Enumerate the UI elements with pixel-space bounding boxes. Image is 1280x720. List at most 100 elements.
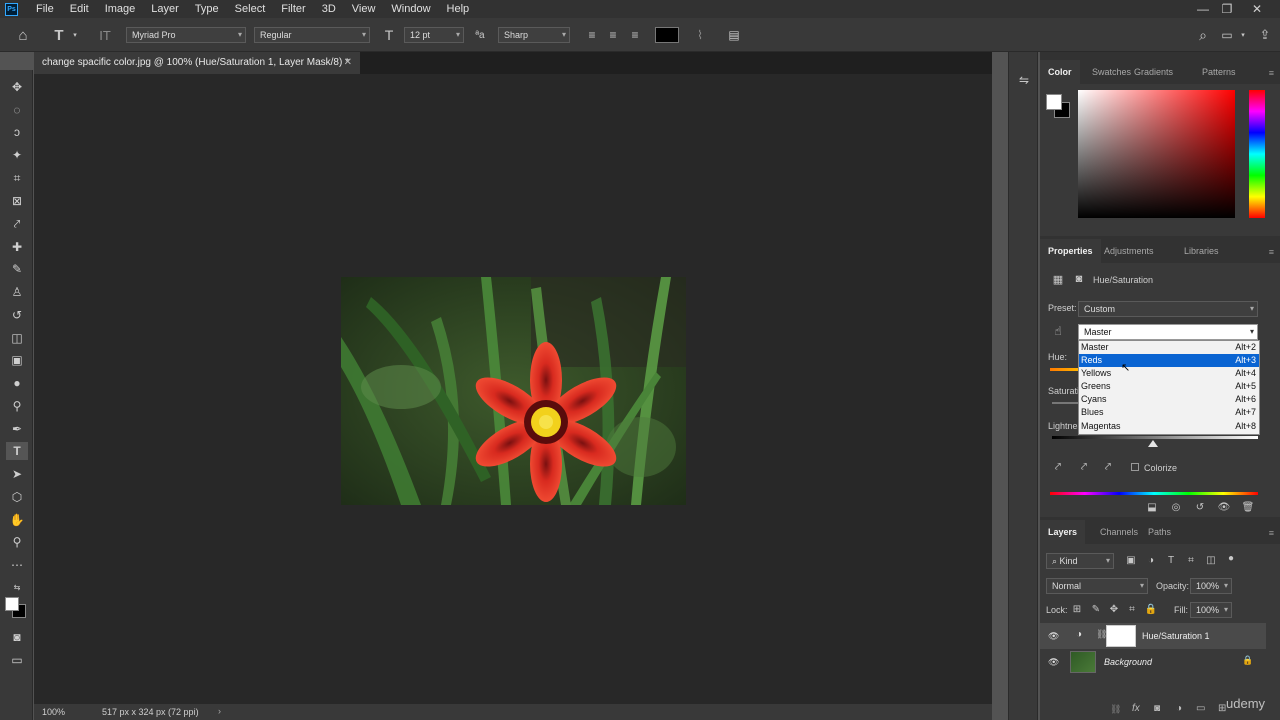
- crop-tool-icon[interactable]: ⌗: [6, 169, 28, 187]
- panel-menu-icon[interactable]: ≡: [1269, 528, 1274, 538]
- lock-image-icon[interactable]: ✎: [1089, 602, 1103, 616]
- clone-stamp-tool-icon[interactable]: ♙: [6, 283, 28, 301]
- layer-row-hue-saturation[interactable]: 👁 ◑ ⛓ Hue/Saturation 1: [1040, 623, 1266, 649]
- chevron-down-icon[interactable]: ▾: [70, 28, 80, 42]
- link-layers-icon[interactable]: ⛓: [1110, 704, 1121, 715]
- tab-gradients[interactable]: Gradients: [1126, 60, 1181, 84]
- zoom-level[interactable]: 100%: [42, 707, 65, 717]
- blur-tool-icon[interactable]: ●: [6, 374, 28, 392]
- eyedropper-icon[interactable]: ⤤: [1050, 459, 1066, 475]
- colorize-checkbox[interactable]: [1131, 463, 1139, 471]
- tab-channels[interactable]: Channels: [1092, 520, 1146, 544]
- targeted-adjustment-hand-icon[interactable]: ☝: [1050, 323, 1066, 339]
- trash-icon[interactable]: 🗑: [1240, 500, 1256, 514]
- gradient-tool-icon[interactable]: ▣: [6, 351, 28, 369]
- restore-button[interactable]: ❐: [1212, 0, 1242, 18]
- warp-text-icon[interactable]: ⌇: [692, 27, 708, 43]
- canvas-image[interactable]: [341, 277, 686, 505]
- fill-input[interactable]: 100% ▾: [1190, 602, 1232, 618]
- menu-window[interactable]: Window: [383, 3, 438, 15]
- layer-name[interactable]: Hue/Saturation 1: [1142, 631, 1210, 641]
- eyedropper-minus-icon[interactable]: ⤤: [1100, 459, 1116, 475]
- tab-adjustments[interactable]: Adjustments: [1096, 239, 1162, 263]
- more-tools-icon[interactable]: ⋯: [6, 556, 28, 574]
- hue-slider-track[interactable]: [1050, 368, 1078, 371]
- type-tool-preset-icon[interactable]: T: [50, 26, 68, 44]
- workspace-chevron-icon[interactable]: ▾: [1238, 28, 1248, 42]
- pen-tool-icon[interactable]: ✒: [6, 420, 28, 438]
- menu-help[interactable]: Help: [439, 3, 478, 15]
- brush-tool-icon[interactable]: ✎: [6, 260, 28, 278]
- blend-mode-select[interactable]: Normal ▾: [1046, 578, 1148, 594]
- clip-to-layer-icon[interactable]: ⬓: [1144, 500, 1160, 514]
- font-size-select[interactable]: 12 pt ▾: [404, 27, 464, 43]
- add-mask-icon[interactable]: ◙: [1154, 703, 1160, 714]
- align-center-icon[interactable]: ≡: [605, 27, 621, 43]
- font-style-select[interactable]: Regular ▾: [254, 27, 370, 43]
- lightness-slider-handle[interactable]: [1148, 440, 1158, 447]
- range-option-magentas[interactable]: Magentas Alt+8: [1079, 420, 1259, 433]
- tab-patterns[interactable]: Patterns: [1194, 60, 1244, 84]
- range-option-cyans[interactable]: Cyans Alt+6: [1079, 393, 1259, 406]
- align-left-icon[interactable]: ≡: [584, 27, 600, 43]
- move-tool-icon[interactable]: ✥: [6, 78, 28, 96]
- font-family-select[interactable]: Myriad Pro ▾: [126, 27, 246, 43]
- new-group-icon[interactable]: ▭: [1196, 703, 1205, 714]
- view-previous-icon[interactable]: ◎: [1168, 500, 1184, 514]
- menu-3d[interactable]: 3D: [314, 3, 344, 15]
- hand-tool-icon[interactable]: ✋: [6, 511, 28, 529]
- filter-type-icon[interactable]: T: [1164, 553, 1178, 567]
- lightness-slider-track[interactable]: [1052, 436, 1258, 439]
- adjustment-layer-icon[interactable]: ▦: [1050, 272, 1066, 286]
- layer-mask-thumbnail[interactable]: [1106, 625, 1136, 647]
- chevron-right-icon[interactable]: ›: [218, 706, 221, 716]
- tab-paths[interactable]: Paths: [1140, 520, 1179, 544]
- layer-visibility-eye-icon[interactable]: 👁: [1048, 657, 1059, 667]
- filter-toggle-icon[interactable]: ●: [1224, 551, 1238, 565]
- filter-pixel-icon[interactable]: ▣: [1124, 553, 1138, 567]
- color-field[interactable]: [1078, 90, 1235, 218]
- menu-layer[interactable]: Layer: [143, 3, 187, 15]
- color-panel-foreground-swatch[interactable]: [1046, 94, 1062, 110]
- menu-filter[interactable]: Filter: [273, 3, 313, 15]
- antialias-select[interactable]: Sharp ▾: [498, 27, 570, 43]
- lock-icon[interactable]: 🔒: [1242, 655, 1253, 666]
- lock-transparent-icon[interactable]: ⊞: [1070, 602, 1084, 616]
- close-icon[interactable]: ✕: [344, 52, 352, 74]
- close-window-button[interactable]: ✕: [1242, 0, 1272, 18]
- type-tool-icon[interactable]: T: [6, 442, 28, 460]
- menu-edit[interactable]: Edit: [62, 3, 97, 15]
- filter-adjustment-icon[interactable]: ◑: [1144, 553, 1158, 567]
- quick-mask-icon[interactable]: ◙: [6, 628, 28, 646]
- tab-color[interactable]: Color: [1040, 60, 1080, 84]
- tab-layers[interactable]: Layers: [1040, 520, 1086, 544]
- menu-select[interactable]: Select: [227, 3, 274, 15]
- eyedropper-tool-icon[interactable]: ⤤: [6, 215, 28, 233]
- menu-view[interactable]: View: [344, 3, 384, 15]
- range-option-yellows[interactable]: Yellows Alt+4: [1079, 367, 1259, 380]
- visibility-icon[interactable]: 👁: [1216, 500, 1232, 514]
- opacity-input[interactable]: 100% ▾: [1190, 578, 1232, 594]
- marquee-tool-icon[interactable]: ◌: [6, 101, 28, 119]
- tab-libraries[interactable]: Libraries: [1176, 239, 1227, 263]
- filter-smart-object-icon[interactable]: ◫: [1204, 553, 1218, 567]
- document-tab[interactable]: change spacific color.jpg @ 100% (Hue/Sa…: [34, 52, 360, 74]
- preset-select[interactable]: Custom ▾: [1078, 301, 1258, 317]
- range-option-greens[interactable]: Greens Alt+5: [1079, 380, 1259, 393]
- range-option-master[interactable]: Master Alt+2: [1079, 341, 1259, 354]
- character-panel-icon[interactable]: ▤: [726, 27, 742, 43]
- menu-file[interactable]: File: [28, 3, 62, 15]
- tab-properties[interactable]: Properties: [1040, 239, 1101, 263]
- fx-icon[interactable]: fx: [1132, 703, 1140, 714]
- layer-name[interactable]: Background: [1104, 657, 1152, 667]
- layer-visibility-eye-icon[interactable]: 👁: [1048, 631, 1059, 641]
- search-icon[interactable]: ⌕: [1194, 26, 1212, 44]
- menu-image[interactable]: Image: [97, 3, 144, 15]
- lock-artboard-icon[interactable]: ⌗: [1125, 602, 1139, 616]
- swap-colors-icon[interactable]: ⇆: [6, 578, 28, 596]
- path-selection-tool-icon[interactable]: ➤: [6, 465, 28, 483]
- text-orientation-icon[interactable]: IT: [96, 26, 114, 44]
- new-adjustment-icon[interactable]: ◑: [1176, 703, 1182, 714]
- layer-filter-select[interactable]: ⌕ Kind ▾: [1046, 553, 1114, 569]
- range-option-blues[interactable]: Blues Alt+7: [1079, 406, 1259, 419]
